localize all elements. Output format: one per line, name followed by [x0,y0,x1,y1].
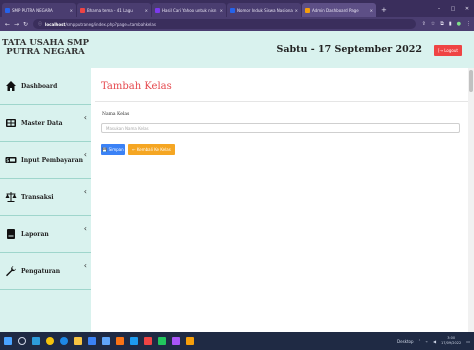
system-tray: Desktop ˄ ⌁ ◀ 3:00 17/09/2022 ▭ [397,336,474,346]
chrome-icon[interactable] [46,337,54,345]
scrollbar[interactable] [468,68,474,332]
nama-kelas-input[interactable] [101,123,460,133]
app-icon[interactable] [186,337,194,345]
window-controls: – □ ✕ [432,0,474,17]
search-icon[interactable] [18,337,26,345]
favicon-icon [305,7,310,13]
home-icon [6,81,16,91]
close-icon[interactable]: × [295,8,298,13]
kembali-ke-kelas-button[interactable]: ← Kembali Ke Kelas [128,144,175,155]
app-icon[interactable] [158,337,166,345]
sidebar-item-transaksi[interactable]: Transaksi ‹ [0,179,91,216]
svg-text:$: $ [6,158,9,164]
sidebar-item-dashboard[interactable]: Dashboard [0,68,91,105]
app-brand: TATA USAHA SMP PUTRA NEGARA [0,31,91,68]
page-title: Tambah Kelas [101,81,172,92]
grid-icon [6,119,16,127]
browser-toolbar: ⇪ ☆ ⧉ ▮ ● ⋮ [422,21,471,27]
close-icon[interactable]: × [70,8,73,13]
forward-icon[interactable]: → [12,21,21,28]
url-path: /smpputraneg/index.php?page=tambahkelas [65,21,156,27]
address-bar: ← → ↻ ⓘ localhost/smpputraneg/index.php?… [0,17,474,31]
document-icon [7,229,15,239]
clock[interactable]: 3:00 17/09/2022 [441,336,461,346]
edge-icon[interactable] [60,337,68,345]
money-icon: $ [5,157,17,164]
simpan-button[interactable]: 💾 Simpan [101,144,125,155]
menu-icon[interactable]: ⋮ [466,21,471,27]
sidebar-item-input-pembayaran[interactable]: $ Input Pembayaran ‹ [0,142,91,179]
favicon-icon [80,7,85,13]
browser-tab[interactable]: Hasil Cari Yahoo untuk nisn × [152,3,226,17]
top-bar: Sabtu - 17 September 2022 [→ Logout [91,31,474,68]
back-icon[interactable]: ← [3,21,12,28]
main-content: Tambah Kelas Nama Kelas 💾 Simpan ← Kemba… [91,68,474,332]
chevron-left-icon: ‹ [83,187,87,196]
volume-icon[interactable]: ◀ [433,339,436,344]
share-icon[interactable]: ⇪ [422,21,426,27]
reload-icon[interactable]: ↻ [21,21,30,28]
vscode-icon[interactable] [130,337,138,345]
sidebar-item-label: Input Pembayaran [21,156,83,164]
app-icon[interactable] [116,337,124,345]
chevron-left-icon: ‹ [83,261,87,270]
sidebar-item-pengaturan[interactable]: Pengaturan ‹ [0,253,91,290]
star-icon[interactable]: ☆ [431,21,435,27]
task-view-icon[interactable] [32,337,40,345]
minimize-icon[interactable]: – [432,6,446,12]
clock-date: 17/09/2022 [441,341,462,345]
new-tab-icon[interactable]: + [377,3,391,17]
chevron-left-icon: ‹ [83,150,87,159]
logout-button[interactable]: [→ Logout [434,45,462,56]
tray-chevron-icon[interactable]: ˄ [419,339,421,344]
close-icon[interactable]: × [220,8,223,13]
file-explorer-icon[interactable] [74,337,82,345]
close-icon[interactable]: × [145,8,148,13]
windows-start-icon[interactable] [4,337,12,345]
close-icon[interactable]: × [370,8,373,13]
chevron-left-icon: ‹ [83,113,87,122]
app-icon[interactable] [144,337,152,345]
browser-tab-active[interactable]: Admin Dashboard Page × [302,3,376,17]
chevron-left-icon: ‹ [83,224,87,233]
sidebar: Dashboard Master Data ‹ $ Input Pembayar… [0,68,91,332]
sidebar-item-laporan[interactable]: Laporan ‹ [0,216,91,253]
language-indicator[interactable]: Desktop [397,339,414,344]
profile-icon[interactable]: ● [457,21,461,27]
store-icon[interactable] [88,337,96,345]
mail-icon[interactable] [102,337,110,345]
scrollbar-thumb[interactable] [469,70,473,92]
divider [95,101,470,102]
taskbar: Desktop ˄ ⌁ ◀ 3:00 17/09/2022 ▭ [0,332,474,350]
browser-tab[interactable]: Bhama tema - 41 Lagu × [77,3,151,17]
url-field[interactable]: ⓘ localhost/smpputraneg/index.php?page=t… [33,19,416,29]
browser-tab[interactable]: SMP PUTRA NEGARA × [2,3,76,17]
sidebar-icon[interactable]: ▮ [449,21,452,27]
favicon-icon [155,7,160,13]
url-host: localhost [45,21,66,27]
sidebar-item-label: Pengaturan [21,267,61,275]
wrench-icon [6,266,16,277]
close-window-icon[interactable]: ✕ [460,6,474,12]
scale-icon [5,192,17,202]
favicon-icon [230,7,235,13]
sidebar-item-label: Dashboard [21,82,58,90]
notifications-icon[interactable]: ▭ [466,339,470,344]
maximize-icon[interactable]: □ [446,6,460,12]
sidebar-item-label: Transaksi [21,193,54,201]
app-icon[interactable] [172,337,180,345]
sidebar-item-label: Laporan [21,230,49,238]
browser-tab[interactable]: Nomor Induk Siswa Nasional × [227,3,301,17]
favicon-icon [5,7,10,13]
extensions-icon[interactable]: ⧉ [440,21,444,27]
current-date: Sabtu - 17 September 2022 [276,44,422,55]
network-icon[interactable]: ⌁ [426,339,428,344]
info-icon: ⓘ [38,21,42,26]
nama-kelas-label: Nama Kelas [102,112,130,117]
browser-tab-strip: SMP PUTRA NEGARA × Bhama tema - 41 Lagu × … [0,0,474,17]
sidebar-item-label: Master Data [21,119,63,127]
sidebar-item-master-data[interactable]: Master Data ‹ [0,105,91,142]
